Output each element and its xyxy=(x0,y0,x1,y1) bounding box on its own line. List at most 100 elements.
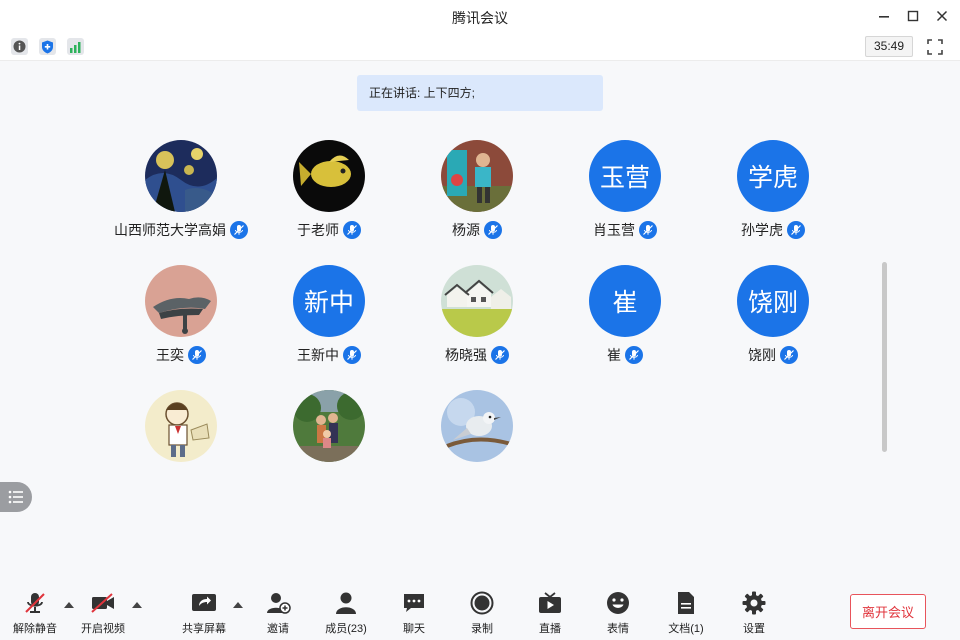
avatar-photo-image xyxy=(441,140,513,212)
document-icon xyxy=(678,592,694,614)
share-screen-button[interactable]: 共享屏幕 xyxy=(180,590,228,636)
speaking-indicator: 正在讲话: 上下四方; xyxy=(357,75,603,111)
start-video-button[interactable]: 开启视频 xyxy=(79,590,127,636)
participant-tile[interactable]: 崔崔 xyxy=(545,265,705,375)
participant-mic-status xyxy=(787,221,805,239)
participant-mic-status xyxy=(625,346,643,364)
share-screen-label: 共享屏幕 xyxy=(182,623,226,635)
participant-mic-status xyxy=(491,346,509,364)
microphone-muted-icon xyxy=(784,350,794,360)
camera-off-icon xyxy=(91,593,114,613)
participant-name: 杨源 xyxy=(452,222,480,238)
start-video-label: 开启视频 xyxy=(81,623,125,635)
participant-avatar-initials: 玉营 xyxy=(589,140,661,212)
live-label: 直播 xyxy=(539,623,561,635)
microphone-muted-icon xyxy=(192,350,202,360)
microphone-muted-icon xyxy=(629,350,639,360)
participant-name-line: 王奕 xyxy=(101,345,261,365)
participant-tile[interactable]: 新中 王新中 xyxy=(249,265,409,375)
meeting-toolbar: 解除静音 开启视频 共享屏幕 邀请 成员(23) 聊天 录制 直播 表情 文档(… xyxy=(0,580,960,640)
participant-list-toggle[interactable] xyxy=(0,482,32,512)
invite-label: 邀请 xyxy=(267,623,289,635)
participant-name: 山西师范大学高娟 xyxy=(114,222,226,238)
documents-button[interactable]: 文档(1) xyxy=(664,590,708,636)
invite-button[interactable]: 邀请 xyxy=(262,590,294,636)
avatar-photo-image xyxy=(145,390,217,462)
participant-tile[interactable]: 玉营肖玉营 xyxy=(545,140,705,250)
participant-grid: 山西师范大学高娟 于老师 杨源 玉营 肖玉营 学虎 孙学虎 王奕 新中 王新中 杨晓强崔崔饶刚 饶刚 xyxy=(0,0,960,470)
participant-avatar-initials: 崔 xyxy=(589,265,661,337)
participant-mic-status xyxy=(780,346,798,364)
participant-tile[interactable]: 于老师 xyxy=(249,140,409,250)
live-button[interactable]: 直播 xyxy=(535,590,565,636)
participant-avatar-photo xyxy=(441,265,513,337)
chat-icon xyxy=(404,594,424,612)
participant-tile[interactable]: 杨晓强 xyxy=(397,265,557,375)
participant-avatar-photo xyxy=(293,140,365,212)
chat-label: 聊天 xyxy=(403,623,425,635)
members-icon xyxy=(336,592,356,614)
leave-meeting-button[interactable]: 离开会议 xyxy=(850,594,926,629)
participant-tile[interactable]: 学虎 孙学虎 xyxy=(693,140,853,250)
microphone-muted-icon xyxy=(347,350,357,360)
participant-mic-status xyxy=(188,346,206,364)
participant-avatar-photo xyxy=(441,390,513,462)
record-button[interactable]: 录制 xyxy=(467,590,497,636)
members-button[interactable]: 成员(23) xyxy=(322,590,370,636)
participant-name-line: 于老师 xyxy=(249,220,409,240)
participant-avatar-photo xyxy=(145,390,217,462)
microphone-muted-icon xyxy=(488,225,498,235)
settings-button[interactable]: 设置 xyxy=(739,590,769,636)
participant-name-line: 杨源 xyxy=(397,220,557,240)
avatar-photo-image xyxy=(145,140,217,212)
video-options-caret[interactable] xyxy=(132,602,142,608)
participant-mic-status xyxy=(639,221,657,239)
record-label: 录制 xyxy=(471,623,493,635)
microphone-muted-icon xyxy=(25,593,45,613)
participant-tile[interactable]: 杨源 xyxy=(397,140,557,250)
chat-button[interactable]: 聊天 xyxy=(399,590,429,636)
emoji-button[interactable]: 表情 xyxy=(603,590,633,636)
list-icon xyxy=(8,490,23,504)
audio-options-caret[interactable] xyxy=(64,602,74,608)
participant-tile[interactable]: 饶刚 饶刚 xyxy=(693,265,853,375)
participant-name-line: 崔 xyxy=(545,345,705,365)
participant-tile[interactable]: 山西师范大学高娟 xyxy=(101,140,261,250)
grid-scrollbar[interactable] xyxy=(882,262,887,452)
smiley-icon xyxy=(607,592,629,614)
gear-icon xyxy=(742,591,766,615)
participant-avatar-initials: 饶刚 xyxy=(737,265,809,337)
avatar-photo-image xyxy=(293,390,365,462)
participant-name: 肖玉营 xyxy=(593,222,635,238)
avatar-photo-image xyxy=(293,140,365,212)
participant-name-line: 肖玉营 xyxy=(545,220,705,240)
live-stream-icon xyxy=(539,592,561,613)
share-options-caret[interactable] xyxy=(233,602,243,608)
avatar-photo-image xyxy=(441,390,513,462)
participant-name: 饶刚 xyxy=(748,347,776,363)
unmute-button[interactable]: 解除静音 xyxy=(12,590,58,636)
participant-avatar-photo xyxy=(441,140,513,212)
participant-tile[interactable] xyxy=(397,390,557,470)
participant-avatar-photo xyxy=(145,140,217,212)
microphone-muted-icon xyxy=(495,350,505,360)
members-label: 成员(23) xyxy=(325,623,367,635)
emoji-label: 表情 xyxy=(607,623,629,635)
participant-name-line: 山西师范大学高娟 xyxy=(101,220,261,240)
participant-name: 王奕 xyxy=(156,347,184,363)
avatar-photo-image xyxy=(441,265,513,337)
participant-tile[interactable] xyxy=(249,390,409,470)
microphone-muted-icon xyxy=(234,225,244,235)
participant-avatar-initials: 新中 xyxy=(293,265,365,337)
participant-name: 杨晓强 xyxy=(445,347,487,363)
participant-name-line: 饶刚 xyxy=(693,345,853,365)
unmute-label: 解除静音 xyxy=(13,623,57,635)
microphone-muted-icon xyxy=(643,225,653,235)
participant-tile[interactable] xyxy=(101,390,261,470)
participant-name-line: 孙学虎 xyxy=(693,220,853,240)
microphone-muted-icon xyxy=(347,225,357,235)
record-icon xyxy=(470,591,494,615)
participant-tile[interactable]: 王奕 xyxy=(101,265,261,375)
settings-label: 设置 xyxy=(743,623,765,635)
participant-mic-status xyxy=(484,221,502,239)
